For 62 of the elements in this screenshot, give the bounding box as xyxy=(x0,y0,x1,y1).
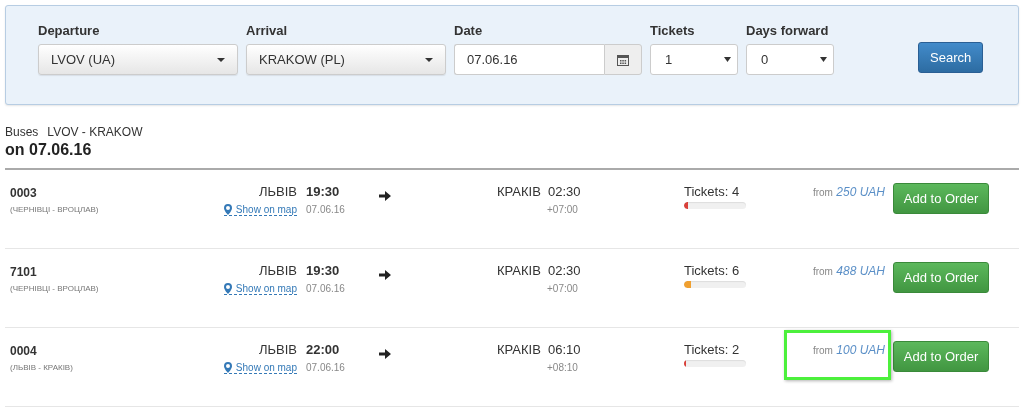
departure-date: 07.06.16 xyxy=(306,204,346,215)
departure-time: 19:30 xyxy=(306,184,341,199)
field-label: Date xyxy=(454,23,484,39)
show-on-map-link[interactable]: Show on map xyxy=(223,362,297,374)
calendar-icon xyxy=(617,53,629,66)
route-text: (ЛЬВІВ - КРАКІВ) xyxy=(10,363,74,372)
arrival-city: КРАКІВ xyxy=(497,184,542,199)
field-label: Departure xyxy=(38,23,101,39)
arrival-time: 06:10 xyxy=(547,342,582,357)
tickets-count: Tickets: 2 xyxy=(684,342,741,357)
price-text: from 250 UAH xyxy=(812,184,885,199)
departure-city: ЛЬВІВ xyxy=(258,342,297,357)
departure-time: 19:30 xyxy=(306,263,341,278)
show-on-map-link[interactable]: Show on map xyxy=(223,283,297,295)
departure-city: ЛЬВІВ xyxy=(258,184,297,199)
field-label: Arrival xyxy=(246,23,289,39)
bus-number: 0003 xyxy=(10,186,38,200)
arrival-time: 02:30 xyxy=(547,184,582,199)
route-text: (ЧЕРНІВЦІ - ВРОЦЛАВ) xyxy=(10,205,100,214)
tickets-count: Tickets: 6 xyxy=(684,263,741,278)
add-to-order-button[interactable]: Add to Order xyxy=(893,262,989,293)
bus-number: 0004 xyxy=(10,344,38,358)
show-on-map-link[interactable]: Show on map xyxy=(223,204,297,216)
arrival-city: КРАКІВ xyxy=(497,263,542,278)
caret-icon xyxy=(217,57,225,62)
caret-icon xyxy=(820,57,827,62)
trip-duration: +07:00 xyxy=(547,204,579,215)
arrow-icon xyxy=(379,270,391,280)
select-field[interactable]: 1 xyxy=(650,44,738,75)
trip-duration: +08:10 xyxy=(547,362,579,373)
caret-icon xyxy=(724,57,731,62)
select-field[interactable]: 0 xyxy=(746,44,834,75)
departure-date: 07.06.16 xyxy=(306,283,346,294)
arrival-city: КРАКІВ xyxy=(497,342,542,357)
search-button[interactable]: Search xyxy=(918,42,984,73)
departure-city: ЛЬВІВ xyxy=(258,263,297,278)
arrival-time: 02:30 xyxy=(547,263,582,278)
price-text: from 488 UAH xyxy=(812,263,885,278)
add-to-order-button[interactable]: Add to Order xyxy=(893,183,989,214)
trip-duration: +07:00 xyxy=(547,283,579,294)
field-label: Days forward xyxy=(746,23,830,39)
route-title: LVOV - KRAKOW xyxy=(47,125,143,139)
route-text: (ЧЕРНІВЦІ - ВРОЦЛАВ) xyxy=(10,284,100,293)
dropdown-button[interactable]: LVOV (UA) xyxy=(38,44,238,75)
arrow-icon xyxy=(379,191,391,201)
field-label: Tickets xyxy=(650,23,696,39)
date-heading: on 07.06.16 xyxy=(5,141,93,159)
departure-date: 07.06.16 xyxy=(306,362,346,373)
arrow-icon xyxy=(379,349,391,359)
map-pin-icon xyxy=(223,204,232,215)
add-to-order-button[interactable]: Add to Order xyxy=(893,341,989,372)
tickets-count: Tickets: 4 xyxy=(684,184,741,199)
dropdown-button[interactable]: KRAKOW (PL) xyxy=(246,44,446,75)
bus-number: 7101 xyxy=(10,265,38,279)
map-pin-icon xyxy=(223,362,232,373)
price-text: from 100 UAH xyxy=(812,342,885,357)
caret-icon xyxy=(425,57,433,62)
map-pin-icon xyxy=(223,283,232,294)
date-field[interactable]: 07.06.16 xyxy=(454,44,604,75)
results-label: Buses xyxy=(5,125,39,139)
calendar-button[interactable] xyxy=(604,44,642,75)
departure-time: 22:00 xyxy=(306,342,341,357)
